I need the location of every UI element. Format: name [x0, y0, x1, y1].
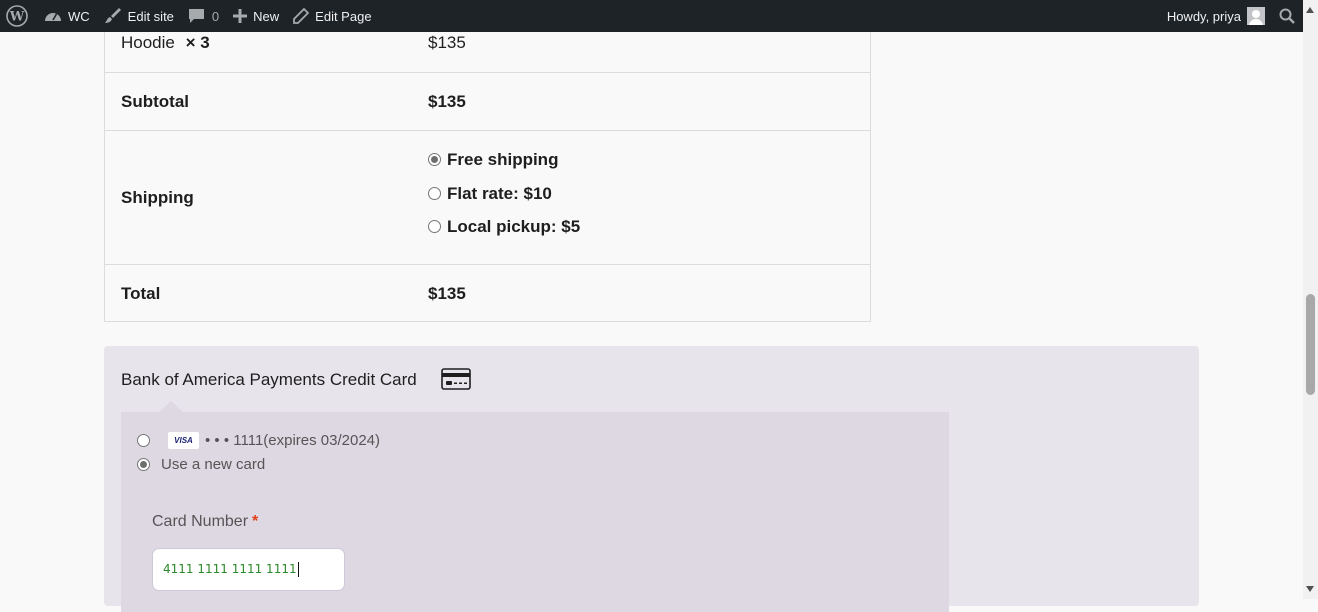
- subtotal-label: Subtotal: [121, 92, 189, 111]
- saved-card-radio[interactable]: [137, 434, 150, 447]
- edit-page-button[interactable]: Edit Page: [286, 0, 378, 32]
- comments-count: 0: [211, 8, 220, 24]
- saved-card-details: • • • 1111(expires 03/2024): [205, 432, 381, 449]
- comment-icon: [188, 9, 204, 23]
- required-marker: *: [252, 513, 259, 530]
- dashboard-icon: [45, 13, 61, 21]
- new-content-button[interactable]: New: [226, 0, 286, 32]
- pencil-icon: [293, 8, 310, 24]
- wordpress-icon: W: [6, 5, 28, 27]
- text-cursor: [297, 562, 299, 577]
- total-label: Total: [121, 284, 161, 303]
- product-quantity: × 3: [185, 33, 210, 52]
- credit-card-icon: [441, 368, 471, 390]
- product-total: $135: [428, 33, 466, 52]
- shipping-radio-flat-rate[interactable]: [428, 187, 441, 200]
- plus-icon: [233, 9, 248, 23]
- product-name: Hoodie: [121, 33, 175, 52]
- search-button[interactable]: [1272, 0, 1303, 32]
- search-icon: [1279, 8, 1295, 24]
- shipping-radio-free[interactable]: [428, 153, 441, 166]
- comments-button[interactable]: 0: [181, 0, 226, 32]
- scroll-down-arrow-icon[interactable]: [1306, 586, 1314, 592]
- brush-icon: [104, 8, 121, 23]
- shipping-label: Shipping: [121, 188, 194, 207]
- howdy-label: Howdy, priya: [1166, 8, 1241, 24]
- avatar: [1247, 7, 1265, 25]
- card-number-value: 4111 1111 1111 1111: [163, 562, 297, 576]
- shipping-option-label: Free shipping: [447, 150, 559, 169]
- saved-card-option[interactable]: VISA • • • 1111(expires 03/2024): [137, 432, 380, 449]
- payment-method-title[interactable]: Bank of America Payments Credit Card: [121, 370, 417, 390]
- subtotal-value: $135: [428, 92, 466, 111]
- payment-box-notch: [159, 401, 183, 412]
- cart-item-row: Hoodie × 3 $135: [105, 32, 870, 72]
- new-label: New: [253, 8, 280, 24]
- product-name-cell: Hoodie × 3: [121, 33, 210, 53]
- visa-card-icon: VISA: [168, 432, 199, 449]
- new-card-option[interactable]: Use a new card: [137, 456, 265, 473]
- edit-page-label: Edit Page: [315, 8, 372, 24]
- site-name-button[interactable]: WC: [37, 0, 97, 32]
- total-row: Total $135: [105, 264, 870, 321]
- svg-text:W: W: [9, 10, 25, 25]
- order-review-table: Hoodie × 3 $135 Subtotal $135 Shipping F…: [104, 32, 871, 322]
- card-number-label: Card Number *: [152, 513, 258, 531]
- wordpress-logo-button[interactable]: W: [0, 0, 37, 32]
- new-card-label: Use a new card: [161, 456, 266, 473]
- card-number-label-text: Card Number: [152, 513, 249, 530]
- payment-method-fields: VISA • • • 1111(expires 03/2024) Use a n…: [121, 401, 949, 612]
- shipping-radio-local-pickup[interactable]: [428, 220, 441, 233]
- shipping-row: Shipping Free shipping Flat rate: $10 Lo…: [105, 130, 870, 264]
- subtotal-row: Subtotal $135: [105, 72, 870, 130]
- edit-site-label: Edit site: [127, 8, 174, 24]
- total-value: $135: [428, 284, 466, 303]
- wp-admin-bar: W WC Edit site 0 New Edit Page Howdy, pr…: [0, 0, 1303, 32]
- card-number-input[interactable]: 4111 1111 1111 1111: [152, 548, 345, 591]
- edit-site-button[interactable]: Edit site: [97, 0, 181, 32]
- site-name-label: WC: [68, 8, 90, 24]
- payment-methods-box: Bank of America Payments Credit Card VIS…: [104, 346, 1199, 612]
- scrollbar-thumb[interactable]: [1306, 294, 1315, 395]
- new-card-radio[interactable]: [137, 458, 150, 471]
- account-menu-button[interactable]: Howdy, priya: [1160, 0, 1272, 32]
- scroll-up-arrow-icon[interactable]: [1306, 7, 1314, 13]
- shipping-option-label: Local pickup: $5: [447, 217, 581, 236]
- page-scrollbar[interactable]: [1303, 0, 1318, 599]
- shipping-option-label: Flat rate: $10: [447, 184, 552, 203]
